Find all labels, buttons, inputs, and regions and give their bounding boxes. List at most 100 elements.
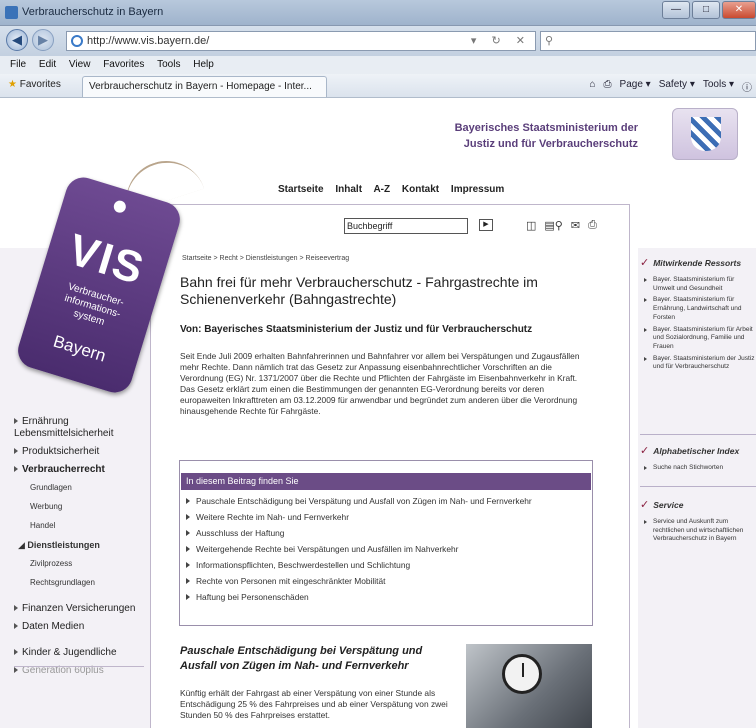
home-icon[interactable]: ⌂ <box>589 79 595 94</box>
ressorts-list: Bayer. Staatsministerium für Umwelt und … <box>644 276 756 375</box>
nav-item-verbraucherrecht[interactable]: Verbraucherrecht <box>14 464 144 476</box>
nav-a-z[interactable]: A-Z <box>373 184 390 195</box>
article-author: Von: Bayerisches Staatsministerium der J… <box>180 324 533 335</box>
ie-icon <box>71 35 83 47</box>
window-title: Verbraucherschutz in Bayern <box>22 6 164 18</box>
nav-item-label: Kinder & Jugendliche <box>22 647 117 658</box>
section-text: Künftig erhält der Fahrgast ab einer Ver… <box>180 688 448 720</box>
nav-item-produktsicherheit[interactable]: Produktsicherheit <box>14 446 144 458</box>
zoom-icon[interactable]: ▤⚲ <box>544 219 562 232</box>
arrow-icon <box>14 448 18 454</box>
toc-item[interactable]: Weitergehende Rechte bei Verspätungen un… <box>186 541 592 557</box>
command-safety[interactable]: Safety ▾ <box>659 79 695 94</box>
nav-item-label: Verbraucherrecht <box>22 464 105 475</box>
address-toolbar: ◀ ▶ http://www.vis.bayern.de/ ▾ ↻ ✕ ⚲ <box>0 26 756 56</box>
menu-view[interactable]: View <box>69 56 91 74</box>
arrow-icon <box>14 649 18 655</box>
clock-icon <box>502 654 542 694</box>
page-title: Bahn frei für mehr Verbraucherschutz - F… <box>180 274 538 307</box>
menu-edit[interactable]: Edit <box>39 56 56 74</box>
print-icon[interactable]: ⎙ <box>604 79 612 94</box>
address-bar[interactable]: http://www.vis.bayern.de/ ▾ ↻ ✕ <box>66 31 536 51</box>
ressort-link[interactable]: Bayer. Staatsministerium der Justiz und … <box>644 355 756 372</box>
nav-item-daten[interactable]: Daten Medien <box>14 621 144 633</box>
expand-icon: ◢ <box>18 540 28 550</box>
ressort-link[interactable]: Bayer. Staatsministerium für Ernährung, … <box>644 296 756 322</box>
favorites-button[interactable]: ★ Favorites <box>8 79 61 90</box>
trash-icon[interactable]: ◫ <box>526 219 536 232</box>
menu-bar: File Edit View Favorites Tools Help <box>0 56 756 74</box>
nav-impressum[interactable]: Impressum <box>451 184 504 195</box>
nav-subitem-rechtsgrundlagen[interactable]: Rechtsgrundlagen <box>30 577 144 589</box>
site-search-input[interactable]: Buchbegriff <box>344 218 468 234</box>
toc-item[interactable]: Ausschluss der Haftung <box>186 525 592 541</box>
nav-item-label: Dienstleistungen <box>27 540 100 550</box>
nav-startseite[interactable]: Startseite <box>278 184 324 195</box>
nav-item-finanzen[interactable]: Finanzen Versicherungen <box>14 603 144 615</box>
web-page: Bayerisches Staatsministerium der Justiz… <box>0 98 756 728</box>
arrow-icon <box>14 623 18 629</box>
toc-item[interactable]: Haftung bei Personenschäden <box>186 589 592 605</box>
nav-subitem-werbung[interactable]: Werbung <box>30 501 144 513</box>
nav-item-label: Produktsicherheit <box>22 446 100 457</box>
command-page[interactable]: Page ▾ <box>620 79 651 94</box>
menu-file[interactable]: File <box>10 56 26 74</box>
toc-item[interactable]: Weitere Rechte im Nah- und Fernverkehr <box>186 509 592 525</box>
toc-item[interactable]: Informationspflichten, Beschwerdestellen… <box>186 557 592 573</box>
command-tools[interactable]: Tools ▾ <box>703 79 734 94</box>
menu-help[interactable]: Help <box>193 56 214 74</box>
toc-item[interactable]: Pauschale Entschädigung bei Verspätung u… <box>186 493 592 509</box>
browser-search-input[interactable]: ⚲ <box>540 31 756 51</box>
ministry-line1: Bayerisches Staatsministerium der <box>454 122 638 134</box>
breadcrumb[interactable]: Startseite > Recht > Dienstleistungen > … <box>182 255 349 262</box>
nav-subitem-dienstleistungen[interactable]: ◢ Dienstleistungen <box>18 539 144 551</box>
ressort-link[interactable]: Bayer. Staatsministerium für Umwelt und … <box>644 276 756 293</box>
section-title: Pauschale Entschädigung bei Verspätung u… <box>180 645 423 672</box>
nav-inhalt[interactable]: Inhalt <box>335 184 362 195</box>
nav-item-kinder[interactable]: Kinder & Jugendliche <box>14 647 144 659</box>
station-clock-image <box>466 644 592 728</box>
help-icon[interactable]: ⓘ <box>742 79 752 94</box>
ressorts-heading: Mitwirkende Ressorts <box>640 256 741 269</box>
nav-item-ernaehrung[interactable]: Ernährung Lebensmittelsicherheit <box>14 416 144 440</box>
arrow-icon <box>14 466 18 472</box>
nav-subitem-handel[interactable]: Handel <box>30 520 144 532</box>
forward-button[interactable]: ▶ <box>32 29 54 51</box>
close-button[interactable]: ✕ <box>722 1 756 19</box>
page-icon <box>5 6 18 19</box>
print-page-icon[interactable]: ⎙ <box>588 219 597 232</box>
article-intro: Seit Ende Juli 2009 erhalten Bahnfahreri… <box>180 351 580 417</box>
ministry-name: Bayerisches Staatsministerium der Justiz… <box>440 120 638 152</box>
address-tools-icon[interactable]: ▾ ↻ ✕ <box>471 32 531 50</box>
ministry-line2: Justiz und für Verbraucherschutz <box>463 138 638 150</box>
right-divider <box>640 434 756 435</box>
table-of-contents: In diesem Beitrag finden Sie Pauschale E… <box>179 460 593 626</box>
index-link[interactable]: Suche nach Stichworten <box>644 464 756 473</box>
bavarian-crest-icon <box>672 108 738 160</box>
service-list: Service und Auskunft zum rechtlichen und… <box>644 518 756 547</box>
search-icon: ⚲ <box>545 35 554 47</box>
favorites-label: Favorites <box>19 79 61 90</box>
service-link[interactable]: Service und Auskunft zum rechtlichen und… <box>644 518 756 544</box>
browser-tab[interactable]: Verbraucherschutz in Bayern - Homepage -… <box>82 76 327 97</box>
nav-item-label: Finanzen Versicherungen <box>22 603 136 614</box>
toc-item[interactable]: Rechte von Personen mit eingeschränkter … <box>186 573 592 589</box>
maximize-button[interactable]: □ <box>692 1 720 19</box>
tag-hole <box>112 199 128 215</box>
back-button[interactable]: ◀ <box>6 29 28 51</box>
menu-tools[interactable]: Tools <box>157 56 180 74</box>
menu-favorites[interactable]: Favorites <box>103 56 144 74</box>
nav-subitem-zivilprozess[interactable]: Zivilprozess <box>30 558 144 570</box>
index-list: Suche nach Stichworten <box>644 464 756 476</box>
search-go-icon[interactable]: ▶ <box>479 219 493 231</box>
minimize-button[interactable]: — <box>662 1 690 19</box>
nav-subitem-grundlagen[interactable]: Grundlagen <box>30 482 144 494</box>
arrow-icon <box>14 605 18 611</box>
mail-icon[interactable]: ✉ <box>571 219 580 232</box>
browser-titlebar: Verbraucherschutz in Bayern — □ ✕ <box>0 0 756 26</box>
ressort-link[interactable]: Bayer. Staatsministerium für Arbeit und … <box>644 326 756 352</box>
toc-header: In diesem Beitrag finden Sie <box>181 473 591 490</box>
tab-title: Verbraucherschutz in Bayern - Homepage -… <box>89 81 312 92</box>
star-icon: ★ <box>8 79 17 90</box>
nav-kontakt[interactable]: Kontakt <box>402 184 439 195</box>
